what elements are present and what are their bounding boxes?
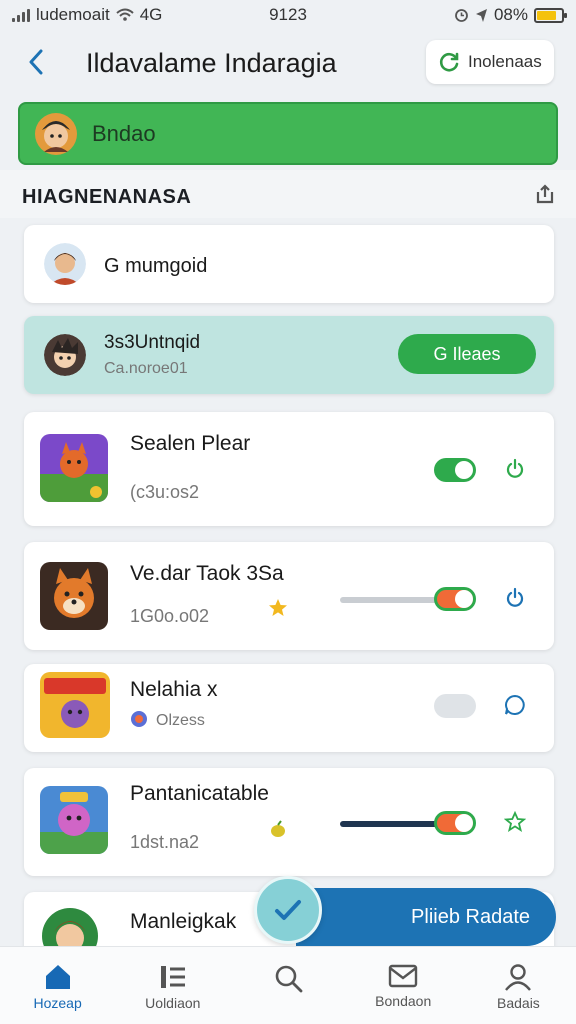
bottom-tab-bar: Hozeap Uoldiaon Bondaon Badais [0,946,576,1024]
tab-library[interactable]: Uoldiaon [115,947,230,1024]
highlight-subtitle: Ca.noroe01 [104,360,188,377]
mail-icon [389,964,418,988]
back-button[interactable] [18,44,54,80]
export-icon[interactable] [534,184,556,206]
chat-icon[interactable] [504,694,526,716]
avatar [44,334,86,376]
user-row[interactable]: G mumgoid [24,225,554,303]
app-header: Ildavalame Indaragia Inolenaas [0,34,576,90]
badge-icon [131,711,147,727]
featured-banner[interactable]: Bndao [18,102,558,165]
status-bar: ludemoait 4G 9123 08% [0,0,576,30]
highlight-row[interactable]: 3s3Untnqid Ca.noroe01 G Ileaes [24,316,554,394]
item-title: Sealen Plear [130,432,251,455]
tab-label: Uoldiaon [145,995,201,1011]
header-action-button[interactable]: Inolenaas [426,40,554,84]
banner-label: Bndao [92,120,156,146]
highlight-title: 3s3Untnqid [104,332,201,353]
carrier-name: ludemoait [36,5,110,24]
list-item[interactable]: Ve.dar Taok 3Sa 1G0o.o02 [24,542,554,650]
location-icon [475,8,487,22]
game-thumbnail [40,434,108,502]
list-item[interactable]: Sealen Plear (c3u:os2 [24,412,554,526]
check-icon [275,900,301,920]
list-icon [160,966,185,988]
tab-label: Hozeap [33,995,82,1011]
page-title: Ildavalame Indaragia [86,48,337,78]
primary-action-button[interactable]: Pliieb Radate [296,888,556,946]
item-subtitle: (c3u:os2 [130,482,200,502]
section-title: HIAGNENANASA [22,186,192,208]
tab-label: Badais [497,995,540,1011]
game-thumbnail [40,786,108,854]
item-toggle[interactable] [434,458,476,482]
home-icon [45,965,70,989]
leaf-icon [271,820,285,837]
battery-percent: 08% [493,5,528,24]
header-action-label: Inolenaas [468,52,542,71]
item-toggle[interactable] [434,694,476,718]
tab-messages[interactable]: Bondaon [346,947,461,1024]
search-icon [275,965,303,993]
tab-profile[interactable]: Badais [461,947,576,1024]
chevron-left-icon [29,49,43,75]
item-title: Manleigkak [130,910,237,933]
power-icon[interactable] [504,587,526,609]
section-header: HIAGNENANASA [0,170,576,218]
item-toggle[interactable] [434,811,476,835]
tab-home[interactable]: Hozeap [0,947,115,1024]
tab-search[interactable] [230,947,345,1024]
item-title: Pantanicatable [130,782,269,805]
avatar [44,243,86,285]
item-title: Ve.dar Taok 3Sa [130,562,284,585]
game-thumbnail [40,562,108,630]
item-subtitle: 1dst.na2 [130,832,200,852]
star-icon [269,599,287,616]
signal-icon [12,8,30,22]
game-thumbnail [40,672,110,738]
item-toggle[interactable] [434,587,476,611]
clock: 9123 [269,5,307,24]
tab-label: Bondaon [375,993,432,1009]
avatar [35,112,77,155]
star-icon[interactable] [504,811,526,833]
power-icon[interactable] [504,458,526,480]
item-subtitle: 1G0o.o02 [130,606,210,626]
list-item[interactable]: Nelahia x Olzess [24,664,554,752]
item-title: Nelahia x [130,678,218,701]
item-subtitle: Olzess [156,712,205,729]
user-name: G mumgoid [104,255,208,277]
network-type: 4G [139,5,163,24]
confirm-fab[interactable] [254,876,322,944]
user-icon [505,964,532,991]
wifi-icon [116,8,134,21]
highlight-action-button[interactable]: G Ileaes [398,334,536,374]
alarm-icon [455,8,468,22]
list-item[interactable]: Pantanicatable 1dst.na2 [24,768,554,876]
refresh-icon [439,52,459,72]
battery-icon [534,7,567,23]
